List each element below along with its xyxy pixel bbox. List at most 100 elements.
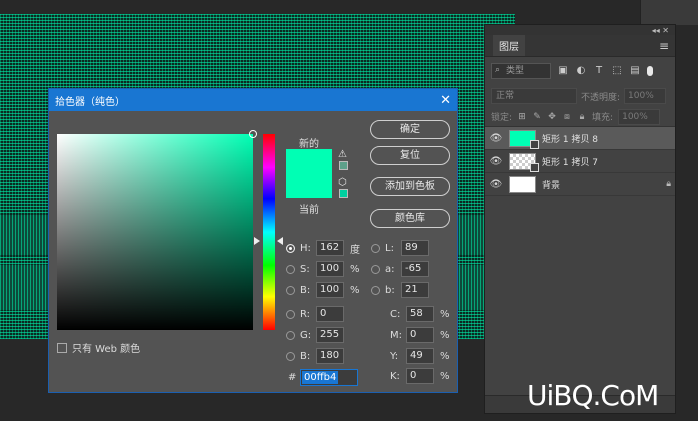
reset-button[interactable]: 复位 [370, 146, 450, 165]
adjustment-filter-icon[interactable]: ◐ [575, 65, 587, 77]
dialog-titlebar[interactable]: 拾色器（纯色） ✕ [49, 89, 457, 111]
filter-kind-select[interactable]: 类型 [491, 63, 551, 79]
visibility-eye-icon[interactable]: 👁︎ [489, 133, 503, 144]
shape-badge-icon [530, 162, 539, 172]
layer-row[interactable]: 👁︎ 矩形 1 拷贝 8 [485, 127, 675, 150]
collapse-icon[interactable]: ◂◂ ✕ [652, 26, 669, 35]
image-filter-icon[interactable]: ▣ [557, 65, 569, 77]
add-to-swatches-button[interactable]: 添加到色板 [370, 177, 450, 196]
gamut-warning-icon[interactable]: ⚠ [338, 149, 347, 160]
black-label: K: [390, 370, 400, 382]
lock-position-icon[interactable]: ✥ [547, 112, 557, 122]
ok-button[interactable]: 确定 [370, 120, 450, 139]
magenta-unit: % [440, 329, 450, 341]
dialog-title: 拾色器（纯色） [55, 96, 125, 108]
magenta-row: M: 0 % [390, 327, 452, 343]
red-input[interactable]: 0 [316, 306, 344, 322]
magenta-label: M: [390, 329, 402, 341]
new-color-swatch [286, 149, 332, 173]
blue-radio[interactable] [286, 351, 295, 361]
web-only-option[interactable]: 只有 Web 颜色 [57, 340, 140, 355]
hue-input[interactable]: 162 [316, 240, 344, 256]
blue-row: B: 180 [286, 348, 344, 364]
blend-row: 正常 不透明度: 100% [485, 85, 675, 107]
red-radio[interactable] [286, 309, 295, 319]
saturation-label: S: [300, 263, 310, 275]
layers-panel: ◂◂ ✕ 图层 ≡ 类型 ▣ ◐ T ⬚ ▤ 正常 不透明度: 100% 锁定:… [484, 24, 676, 414]
color-field[interactable] [57, 130, 257, 330]
lab-a-radio[interactable] [371, 264, 380, 274]
web-safe-cube-icon[interactable]: ⬡ [338, 177, 347, 188]
watermark-logo: UiBQ.CoM [527, 379, 659, 412]
web-safe-swatch[interactable] [339, 189, 348, 198]
hue-radio[interactable] [286, 243, 295, 253]
saturation-input[interactable]: 100 [316, 261, 344, 277]
shape-filter-icon[interactable]: ⬚ [611, 65, 623, 77]
yellow-label: Y: [390, 350, 399, 362]
hue-slider-handle-right[interactable] [277, 237, 283, 245]
color-field-marker[interactable] [249, 130, 257, 138]
lock-label: 锁定: [491, 113, 513, 123]
cyan-input[interactable]: 58 [406, 306, 434, 322]
green-radio[interactable] [286, 330, 295, 340]
cyan-unit: % [440, 308, 450, 320]
current-color-label: 当前 [299, 205, 319, 216]
lab-b-label: b: [385, 284, 395, 296]
black-input[interactable]: 0 [406, 368, 434, 384]
fill-field[interactable]: 100% [618, 108, 661, 125]
close-icon[interactable]: ✕ [440, 94, 451, 107]
layer-row[interactable]: 👁︎ 矩形 1 拷贝 7 [485, 150, 675, 173]
lab-l-radio[interactable] [371, 243, 380, 253]
brightness-radio[interactable] [286, 285, 295, 295]
layer-row[interactable]: 👁︎ 背景 🔒︎ [485, 173, 675, 196]
green-row: G: 255 [286, 327, 344, 343]
current-color-swatch[interactable] [286, 173, 332, 198]
hex-input[interactable]: 00ffb4 [300, 368, 358, 386]
lab-b-radio[interactable] [371, 285, 380, 295]
opacity-field[interactable]: 100% [624, 88, 667, 104]
lab-a-row: a: -65 [371, 261, 429, 277]
lock-paint-icon[interactable]: ✎ [532, 112, 542, 122]
black-unit: % [440, 370, 450, 382]
hue-slider-handle-left[interactable] [254, 237, 260, 245]
brightness-row: B: 100 % [286, 282, 362, 298]
lab-b-input[interactable]: 21 [401, 282, 429, 298]
panel-menu-icon[interactable]: ≡ [659, 39, 669, 53]
opacity-label: 不透明度: [581, 92, 621, 103]
lab-l-label: L: [385, 242, 394, 254]
type-filter-icon[interactable]: T [593, 65, 605, 77]
saturation-row: S: 100 % [286, 261, 362, 277]
blue-input[interactable]: 180 [316, 348, 344, 364]
green-input[interactable]: 255 [316, 327, 344, 343]
blue-label: B: [300, 350, 311, 362]
yellow-input[interactable]: 49 [406, 348, 434, 364]
panel-tab-bar: 图层 ≡ [485, 35, 675, 57]
layer-name: 矩形 1 拷贝 7 [542, 157, 599, 168]
visibility-eye-icon[interactable]: 👁︎ [489, 156, 503, 167]
blend-mode-select[interactable]: 正常 [491, 88, 577, 104]
black-row: K: 0 % [390, 368, 452, 384]
tab-layers[interactable]: 图层 [493, 35, 525, 56]
lock-all-icon[interactable]: 🔒︎ [577, 112, 587, 122]
gamut-warning-swatch[interactable] [339, 161, 348, 170]
web-only-checkbox[interactable] [57, 342, 67, 353]
hex-value: 00ffb4 [302, 370, 339, 384]
filter-toggle[interactable] [647, 66, 653, 76]
lock-artboard-icon[interactable]: ⧈ [562, 112, 572, 122]
panel-collapse-bar[interactable]: ◂◂ ✕ [485, 25, 675, 35]
yellow-unit: % [440, 350, 450, 362]
toolbar-strip [640, 0, 698, 25]
lock-transparent-icon[interactable]: ⊞ [517, 112, 527, 122]
color-libraries-button[interactable]: 颜色库 [370, 209, 450, 228]
shape-badge-icon [530, 139, 539, 149]
lab-l-input[interactable]: 89 [401, 240, 429, 256]
lab-a-input[interactable]: -65 [401, 261, 429, 277]
magenta-input[interactable]: 0 [406, 327, 434, 343]
web-only-label: 只有 Web 颜色 [72, 344, 141, 355]
hue-slider[interactable] [263, 134, 275, 330]
brightness-input[interactable]: 100 [316, 282, 344, 298]
smartobject-filter-icon[interactable]: ▤ [629, 65, 641, 77]
saturation-radio[interactable] [286, 264, 295, 274]
visibility-eye-icon[interactable]: 👁︎ [489, 179, 503, 190]
layer-filter-row: 类型 ▣ ◐ T ⬚ ▤ [485, 57, 675, 85]
